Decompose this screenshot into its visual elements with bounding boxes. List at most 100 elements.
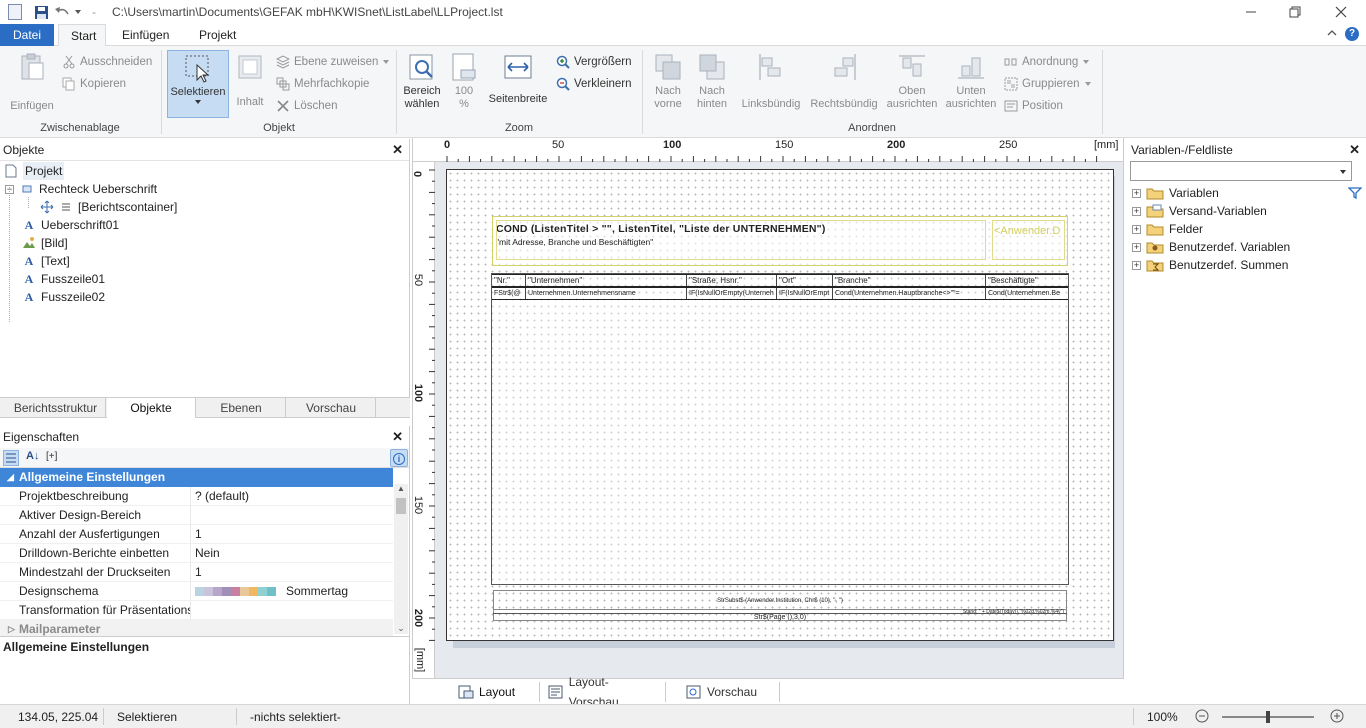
zoom-100-button[interactable]: 100 % bbox=[448, 52, 480, 111]
zoom-in-circle-icon[interactable] bbox=[1330, 709, 1344, 726]
send-back-button[interactable]: Nach hinten bbox=[692, 52, 732, 111]
assign-layer-button[interactable]: Ebene zuweisen bbox=[276, 52, 391, 72]
var-item-felder[interactable]: + Felder bbox=[1132, 220, 1342, 238]
tab-berichtsstruktur[interactable]: Berichtsstruktur bbox=[0, 398, 106, 418]
close-icon[interactable]: ✕ bbox=[392, 139, 403, 161]
cut-button[interactable]: Ausschneiden bbox=[62, 52, 152, 72]
var-item-benutzerdef-variablen[interactable]: + Benutzerdef. Variablen bbox=[1132, 238, 1342, 256]
prop-row-designschema[interactable]: Designschema Sommertag bbox=[0, 582, 393, 601]
copy-button[interactable]: Kopieren bbox=[62, 74, 126, 94]
filter-icon[interactable] bbox=[1347, 187, 1363, 202]
zoom-slider[interactable] bbox=[1222, 711, 1314, 723]
tree-item-fusszeile01[interactable]: A Fusszeile01 bbox=[0, 270, 409, 288]
multi-copy-button[interactable]: Mehrfachkopie bbox=[276, 74, 369, 94]
align-top-button[interactable]: Oben ausrichten bbox=[884, 52, 940, 111]
categorized-icon[interactable] bbox=[3, 450, 19, 466]
design-canvas[interactable]: 0 50 100 150 200 250 [mm] 0 50 100 150 2… bbox=[411, 138, 1124, 678]
align-left-button[interactable]: Linksbündig bbox=[738, 52, 804, 111]
user-field-box[interactable]: <Anwender.D bbox=[992, 220, 1065, 260]
tab-vorschau[interactable]: Vorschau bbox=[287, 398, 376, 418]
prop-value[interactable]: Sommertag bbox=[190, 582, 393, 600]
prop-row-design-bereich[interactable]: Aktiver Design-Bereich bbox=[0, 506, 393, 525]
prop-value[interactable]: ? (default) bbox=[190, 487, 393, 505]
tab-layout[interactable]: Layout bbox=[450, 682, 540, 702]
close-icon[interactable] bbox=[1318, 0, 1364, 24]
select-button[interactable]: Selektieren bbox=[167, 50, 229, 118]
tab-einfuegen[interactable]: Einfügen bbox=[110, 24, 181, 46]
close-icon[interactable]: ✕ bbox=[1349, 139, 1360, 161]
report-container[interactable]: "Nr." "Unternehmen" "Straße, Hsnr." "Ort… bbox=[491, 273, 1069, 585]
undo-icon[interactable] bbox=[53, 3, 71, 21]
tab-vorschau-design[interactable]: Vorschau bbox=[678, 682, 780, 702]
header-rectangle[interactable]: COND (ListenTitel > "", ListenTitel, "Li… bbox=[492, 216, 1068, 266]
properties-scrollbar[interactable]: ▲ ⌄ bbox=[394, 484, 408, 634]
var-item-benutzerdef-summen[interactable]: + Benutzerdef. Summen bbox=[1132, 256, 1342, 274]
help-icon[interactable]: ? bbox=[1345, 27, 1359, 41]
prop-row-drilldown[interactable]: Drilldown-Berichte einbetten Nein bbox=[0, 544, 393, 563]
prop-value[interactable] bbox=[190, 601, 393, 619]
align-right-button[interactable]: Rechtsbündig bbox=[807, 52, 881, 111]
position-button[interactable]: Position bbox=[1004, 96, 1063, 116]
content-button[interactable]: Inhalt bbox=[231, 52, 269, 109]
arrangement-button[interactable]: Anordnung bbox=[1004, 52, 1091, 72]
table-data-row[interactable]: FStr$(@ Unternehmen.Unternehmensname IF(… bbox=[492, 288, 1068, 300]
expand-icon[interactable]: + bbox=[1132, 188, 1141, 198]
scroll-up-icon[interactable]: ▲ bbox=[394, 484, 408, 496]
expand-icon[interactable]: + bbox=[1132, 224, 1141, 234]
tree-item-bild[interactable]: [Bild] bbox=[0, 234, 409, 252]
undo-dropdown-icon[interactable] bbox=[72, 3, 84, 21]
tab-projekt[interactable]: Projekt bbox=[187, 24, 248, 46]
align-bottom-button[interactable]: Unten ausrichten bbox=[942, 52, 1000, 111]
tree-item-text[interactable]: A [Text] bbox=[0, 252, 409, 270]
tab-datei[interactable]: Datei bbox=[0, 24, 54, 46]
var-item-versand[interactable]: + Versand-Variablen bbox=[1132, 202, 1342, 220]
scroll-down-icon[interactable]: ⌄ bbox=[394, 623, 408, 634]
page-width-button[interactable]: Seitenbreite bbox=[486, 52, 550, 106]
tree-item-rechteck[interactable]: − Rechteck Ueberschrift bbox=[0, 180, 409, 198]
prop-row-projektbeschreibung[interactable]: Projektbeschreibung ? (default) bbox=[0, 487, 393, 506]
minimize-icon[interactable] bbox=[1228, 0, 1274, 24]
horizontal-ruler[interactable]: 0 50 100 150 200 250 [mm] bbox=[413, 138, 1123, 162]
tab-ebenen[interactable]: Ebenen bbox=[197, 398, 286, 418]
save-icon[interactable] bbox=[32, 3, 50, 21]
delete-button[interactable]: Löschen bbox=[276, 96, 337, 116]
vertical-ruler[interactable]: 0 50 100 150 200 [mm] bbox=[411, 162, 435, 678]
tab-start[interactable]: Start bbox=[58, 24, 106, 47]
collapse-triangle-icon[interactable]: ◢ bbox=[7, 468, 14, 487]
sort-az-icon[interactable]: A↓ bbox=[26, 450, 39, 462]
prop-value[interactable]: Nein bbox=[190, 544, 393, 562]
close-icon[interactable]: ✕ bbox=[392, 426, 403, 448]
prop-row-mindestzahl[interactable]: Mindestzahl der Druckseiten 1 bbox=[0, 563, 393, 582]
bring-front-button[interactable]: Nach vorne bbox=[648, 52, 688, 111]
chevron-down-icon[interactable] bbox=[1335, 162, 1351, 180]
expand-icon[interactable]: + bbox=[1132, 206, 1141, 216]
expand-icon[interactable]: + bbox=[1132, 260, 1141, 270]
property-group-general[interactable]: ◢ Allgemeine Einstellungen bbox=[0, 468, 393, 487]
tree-item-berichtscontainer[interactable]: [Berichtscontainer] bbox=[0, 198, 409, 216]
prop-row-transformation[interactable]: Transformation für Präsentations... bbox=[0, 601, 393, 620]
paste-button[interactable]: Einfügen bbox=[6, 52, 58, 113]
variables-search-combo[interactable] bbox=[1130, 161, 1352, 181]
tab-layout-vorschau[interactable]: Layout-Vorschau bbox=[540, 675, 666, 709]
var-item-variablen[interactable]: + Variablen bbox=[1132, 184, 1342, 202]
tree-item-fusszeile02[interactable]: A Fusszeile02 bbox=[0, 288, 409, 306]
prop-value[interactable]: 1 bbox=[190, 563, 393, 581]
group-button[interactable]: Gruppieren bbox=[1004, 74, 1093, 94]
tree-item-ueberschrift01[interactable]: A Ueberschrift01 bbox=[0, 216, 409, 234]
tree-item-projekt[interactable]: Projekt bbox=[0, 162, 409, 180]
prop-value[interactable] bbox=[190, 506, 393, 524]
prop-row-ausfertigungen[interactable]: Anzahl der Ausfertigungen 1 bbox=[0, 525, 393, 544]
table-header-row[interactable]: "Nr." "Unternehmen" "Straße, Hsnr." "Ort… bbox=[492, 274, 1068, 288]
footer-institution[interactable]: StrSubst$ (Anwender.Institution, Chr$ (1… bbox=[493, 590, 1067, 610]
expand-all-icon[interactable]: [+] bbox=[46, 451, 57, 462]
collapse-ribbon-icon[interactable] bbox=[1326, 27, 1338, 42]
zoom-out-circle-icon[interactable] bbox=[1195, 709, 1209, 726]
select-area-button[interactable]: Bereich wählen bbox=[400, 52, 444, 111]
prop-value[interactable]: 1 bbox=[190, 525, 393, 543]
scroll-thumb[interactable] bbox=[396, 498, 406, 514]
expand-icon[interactable]: + bbox=[1132, 242, 1141, 252]
zoom-in-button[interactable]: Vergrößern bbox=[556, 52, 632, 72]
info-icon[interactable]: i bbox=[390, 449, 408, 467]
tab-objekte[interactable]: Objekte bbox=[107, 398, 196, 418]
restore-icon[interactable] bbox=[1272, 0, 1318, 24]
